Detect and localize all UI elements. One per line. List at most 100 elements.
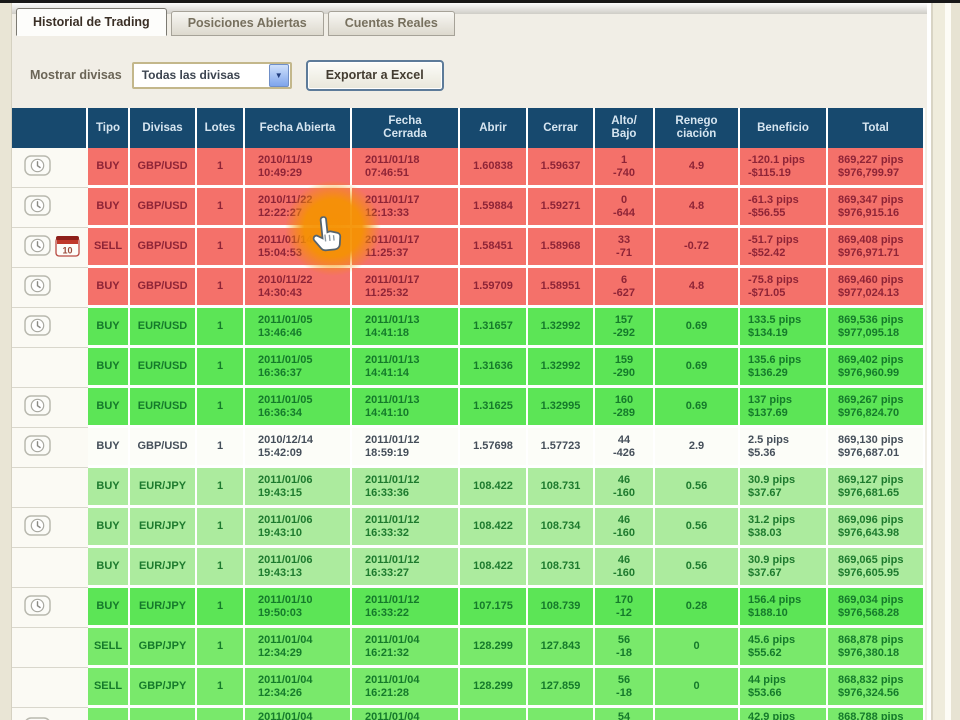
tab-cuentas-reales[interactable]: Cuentas Reales [327,11,455,36]
row-icons-cell [12,628,88,668]
table-row[interactable]: BUY EUR/USD 1 2011/01/05 16:36:37 2011/01/13… [12,348,925,388]
cell-fecha-abierta: 2011/01/06 19:43:13 [245,548,352,588]
cell-beneficio: 137 pips $137.69 [740,388,828,428]
cell-abrir: 1.58451 [460,228,528,268]
cell-alto-bajo: 157 -292 [595,308,655,348]
cell-alto-bajo: 46 -160 [595,508,655,548]
cell-lotes [197,708,245,720]
cell-total: 869,460 pips $977,024.13 [828,268,925,308]
cell-abrir: 108.422 [460,468,528,508]
cell-abrir: 128.299 [460,668,528,708]
cell-renegociacion: 0.69 [655,388,740,428]
clock-icon[interactable] [24,155,51,180]
cell-tipo: BUY [88,548,130,588]
cell-divisas: GBP/JPY [130,628,197,668]
clock-icon[interactable] [24,315,51,340]
cell-tipo: BUY [88,268,130,308]
trading-history-window: Historial de Trading Posiciones Abiertas C… [0,0,960,720]
table-row[interactable]: BUY EUR/JPY 1 2011/01/06 19:43:15 2011/01/12… [12,468,925,508]
cell-tipo: BUY [88,588,130,628]
clock-icon[interactable] [24,275,51,300]
cell-lotes: 1 [197,228,245,268]
cell-fecha-abierta: 2010/11/22 14:30:43 [245,268,352,308]
column-header-beneficio: Beneficio [740,108,828,148]
cell-divisas: EUR/USD [130,348,197,388]
table-row[interactable]: 10 SELL GBP/USD 1 2011/01/14 15:04:53 2011/01… [12,228,925,268]
cell-renegociacion: 4.8 [655,268,740,308]
clock-icon[interactable] [24,195,51,220]
cell-lotes: 1 [197,628,245,668]
clock-icon[interactable] [24,515,51,540]
table-row[interactable]: SELL GBP/JPY 1 2011/01/04 12:34:29 2011/01/0… [12,628,925,668]
tab-historial-de-trading[interactable]: Historial de Trading [16,8,167,36]
cell-tipo: BUY [88,148,130,188]
cell-renegociacion: 2.9 [655,428,740,468]
row-icons-cell [12,148,88,188]
row-icons-cell [12,268,88,308]
cell-alto-bajo: 6 -627 [595,268,655,308]
table-row[interactable]: BUY GBP/USD 1 2010/12/14 15:42:09 2011/01/12… [12,428,925,468]
cell-fecha-abierta: 2011/01/04 12:34:26 [245,668,352,708]
cell-total: 869,127 pips $976,681.65 [828,468,925,508]
table-row[interactable]: BUY EUR/JPY 1 2011/01/10 19:50:03 2011/01/12… [12,588,925,628]
left-page-edge [0,3,12,720]
tab-posiciones-abiertas[interactable]: Posiciones Abiertas [170,11,324,36]
cell-alto-bajo: 54 [595,708,655,720]
cell-total: 869,096 pips $976,643.98 [828,508,925,548]
cell-beneficio: 45.6 pips $55.62 [740,628,828,668]
cell-renegociacion: 0 [655,668,740,708]
clock-icon[interactable] [24,395,51,420]
row-icons-cell [12,588,88,628]
cell-renegociacion: -0.72 [655,228,740,268]
cell-fecha-abierta: 2011/01/05 16:36:34 [245,388,352,428]
cell-fecha-abierta: 2010/12/14 15:42:09 [245,428,352,468]
cell-tipo: SELL [88,628,130,668]
cell-tipo: BUY [88,308,130,348]
cell-lotes: 1 [197,388,245,428]
clock-icon[interactable] [24,595,51,620]
cell-alto-bajo: 0 -644 [595,188,655,228]
table-row[interactable]: BUY EUR/JPY 1 2011/01/06 19:43:13 2011/01/12… [12,548,925,588]
calendar-icon[interactable]: 10 [55,235,80,261]
cell-lotes: 1 [197,188,245,228]
cell-fecha-cerrada: 2011/01/04 16:21:28 [352,668,460,708]
cell-fecha-abierta: 2011/01/06 19:43:15 [245,468,352,508]
currency-filter-select[interactable]: Todas las divisas ▼ [131,61,292,89]
column-header-fecha-cerrada: Fecha Cerrada [352,108,460,148]
cell-alto-bajo: 159 -290 [595,348,655,388]
table-row[interactable]: BUY GBP/USD 1 2010/11/22 14:30:43 2011/01/17… [12,268,925,308]
cell-fecha-abierta: 2011/01/14 15:04:53 [245,228,352,268]
table-row[interactable]: BUY GBP/USD 1 2010/11/22 12:22:27 2011/01/17… [12,188,925,228]
cell-renegociacion: 4.9 [655,148,740,188]
cell-tipo: BUY [88,388,130,428]
table-row[interactable]: SELL GBP/JPY 1 2011/01/04 12:34:26 2011/01/0… [12,668,925,708]
cell-total: 869,130 pips $976,687.01 [828,428,925,468]
cell-lotes: 1 [197,468,245,508]
cell-abrir: 1.31657 [460,308,528,348]
table-row[interactable]: BUY GBP/USD 1 2010/11/19 10:49:29 2011/01/18… [12,148,925,188]
cell-total: 869,402 pips $976,960.99 [828,348,925,388]
cell-alto-bajo: 46 -160 [595,548,655,588]
table-row[interactable]: BUY EUR/JPY 1 2011/01/06 19:43:10 2011/01/12… [12,508,925,548]
cell-cerrar: 108.731 [528,468,595,508]
cell-abrir: 128.299 [460,628,528,668]
cell-divisas: GBP/USD [130,428,197,468]
trades-table: Tipo Divisas Lotes Fecha Abierta Fecha Cerra… [12,108,925,720]
cell-tipo: BUY [88,188,130,228]
table-row[interactable]: 2011/01/04 2011/01/04 54 42.9 pips 868,788 p… [12,708,925,720]
row-icons-cell [12,188,88,228]
chevron-down-icon[interactable]: ▼ [268,63,289,87]
export-excel-button[interactable]: Exportar a Excel [305,59,444,91]
cell-divisas: GBP/JPY [130,668,197,708]
table-row[interactable]: BUY EUR/USD 1 2011/01/05 16:36:34 2011/01/13… [12,388,925,428]
cell-divisas [130,708,197,720]
cell-divisas: EUR/JPY [130,508,197,548]
cell-lotes: 1 [197,588,245,628]
clock-icon[interactable] [24,235,51,260]
clock-icon[interactable] [24,435,51,460]
table-row[interactable]: BUY EUR/USD 1 2011/01/05 13:46:46 2011/01/13… [12,308,925,348]
cell-divisas: EUR/JPY [130,588,197,628]
cell-tipo: BUY [88,508,130,548]
row-icons-cell [12,428,88,468]
cell-total: 869,267 pips $976,824.70 [828,388,925,428]
